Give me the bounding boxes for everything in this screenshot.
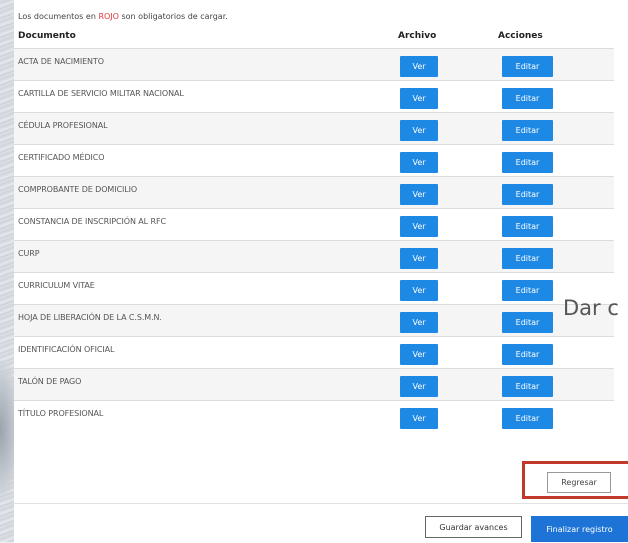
document-name: CONSTANCIA DE INSCRIPCIÓN AL RFC <box>18 217 166 226</box>
edit-button[interactable]: Editar <box>502 184 553 205</box>
view-button[interactable]: Ver <box>400 344 438 365</box>
edit-button[interactable]: Editar <box>502 344 553 365</box>
view-button[interactable]: Ver <box>400 216 438 237</box>
table-row: HOJA DE LIBERACIÓN DE LA C.S.M.N. Ver Ed… <box>14 304 614 336</box>
edit-button[interactable]: Editar <box>502 312 553 333</box>
table-header: Documento Archivo Acciones <box>14 29 614 43</box>
edit-button[interactable]: Editar <box>502 248 553 269</box>
notice-suffix: son obligatorios de cargar. <box>118 12 228 21</box>
column-header-documento: Documento <box>18 31 76 41</box>
edit-button[interactable]: Editar <box>502 376 553 397</box>
edit-button[interactable]: Editar <box>502 120 553 141</box>
view-button[interactable]: Ver <box>400 408 438 429</box>
table-row: ACTA DE NACIMIENTO Ver Editar <box>14 48 614 80</box>
document-name: ACTA DE NACIMIENTO <box>18 57 104 66</box>
save-progress-button[interactable]: Guardar avances <box>425 516 522 538</box>
edit-button[interactable]: Editar <box>502 216 553 237</box>
view-button[interactable]: Ver <box>400 56 438 77</box>
table-row: TALÓN DE PAGO Ver Editar <box>14 368 614 400</box>
document-name: CERTIFICADO MÉDICO <box>18 153 105 162</box>
documents-table: ACTA DE NACIMIENTO Ver Editar CARTILLA D… <box>14 48 614 432</box>
view-button[interactable]: Ver <box>400 280 438 301</box>
document-name: TÍTULO PROFESIONAL <box>18 409 104 418</box>
view-button[interactable]: Ver <box>400 248 438 269</box>
edit-button[interactable]: Editar <box>502 408 553 429</box>
required-notice: Los documentos en ROJO son obligatorios … <box>18 12 228 21</box>
document-name: TALÓN DE PAGO <box>18 377 82 386</box>
table-row: IDENTIFICACIÓN OFICIAL Ver Editar <box>14 336 614 368</box>
table-row: CONSTANCIA DE INSCRIPCIÓN AL RFC Ver Edi… <box>14 208 614 240</box>
table-row: CURP Ver Editar <box>14 240 614 272</box>
edit-button[interactable]: Editar <box>502 56 553 77</box>
view-button[interactable]: Ver <box>400 88 438 109</box>
document-name: HOJA DE LIBERACIÓN DE LA C.S.M.N. <box>18 313 162 322</box>
edit-button[interactable]: Editar <box>502 88 553 109</box>
table-row: CURRICULUM VITAE Ver Editar <box>14 272 614 304</box>
table-row: CERTIFICADO MÉDICO Ver Editar <box>14 144 614 176</box>
back-button[interactable]: Regresar <box>547 472 611 493</box>
view-button[interactable]: Ver <box>400 376 438 397</box>
edit-button[interactable]: Editar <box>502 280 553 301</box>
table-row: CÉDULA PROFESIONAL Ver Editar <box>14 112 614 144</box>
document-name: CARTILLA DE SERVICIO MILITAR NACIONAL <box>18 89 184 98</box>
table-row: TÍTULO PROFESIONAL Ver Editar <box>14 400 614 432</box>
document-name: CÉDULA PROFESIONAL <box>18 121 108 130</box>
column-header-archivo: Archivo <box>398 31 437 41</box>
view-button[interactable]: Ver <box>400 184 438 205</box>
view-button[interactable]: Ver <box>400 120 438 141</box>
document-name: IDENTIFICACIÓN OFICIAL <box>18 345 115 354</box>
document-name: CURRICULUM VITAE <box>18 281 95 290</box>
overlay-text: Dar c <box>563 296 619 320</box>
notice-highlight: ROJO <box>98 12 119 21</box>
column-header-acciones: Acciones <box>498 31 543 41</box>
document-name: CURP <box>18 249 40 258</box>
table-row: COMPROBANTE DE DOMICILIO Ver Editar <box>14 176 614 208</box>
table-row: CARTILLA DE SERVICIO MILITAR NACIONAL Ve… <box>14 80 614 112</box>
finish-registration-button[interactable]: Finalizar registro <box>531 516 628 542</box>
view-button[interactable]: Ver <box>400 312 438 333</box>
edit-button[interactable]: Editar <box>502 152 553 173</box>
notice-prefix: Los documentos en <box>18 12 99 21</box>
view-button[interactable]: Ver <box>400 152 438 173</box>
document-name: COMPROBANTE DE DOMICILIO <box>18 185 138 194</box>
